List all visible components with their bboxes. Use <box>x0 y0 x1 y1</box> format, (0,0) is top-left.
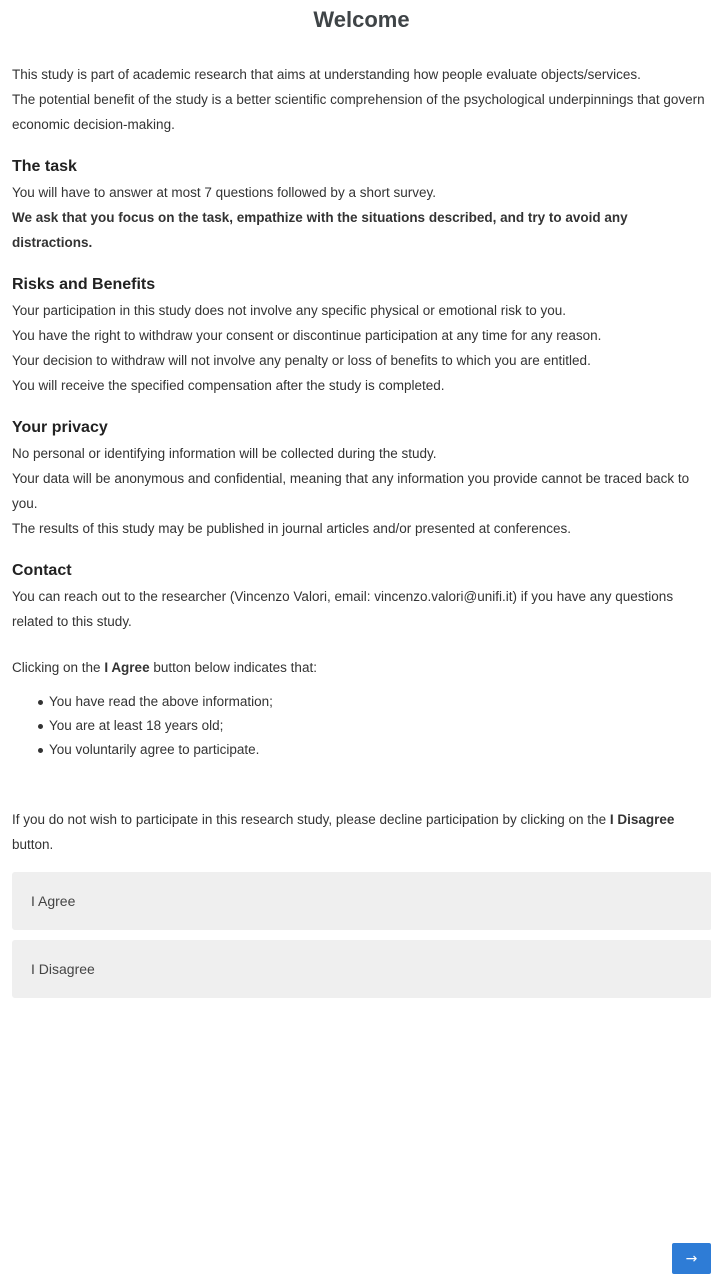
task-focus-text: We ask that you focus on the task, empat… <box>12 210 628 250</box>
consent-instructions: Clicking on the I Agree button below ind… <box>12 655 711 680</box>
decline-instructions-suffix: button. <box>12 837 54 852</box>
privacy-heading: Your privacy <box>12 419 108 436</box>
list-item: You voluntarily agree to participate. <box>38 738 711 762</box>
privacy-line: Your data will be anonymous and confiden… <box>12 471 690 511</box>
consent-page: Welcome This study is part of academic r… <box>12 0 711 998</box>
disagree-button[interactable]: I Disagree <box>12 940 711 998</box>
arrow-right-icon: → <box>685 1250 698 1267</box>
risks-line: Your participation in this study does no… <box>12 303 567 318</box>
intro-section: This study is part of academic research … <box>12 62 711 137</box>
consent-instructions-suffix: button below indicates that: <box>149 660 317 675</box>
task-heading: The task <box>12 158 77 175</box>
privacy-line: No personal or identifying information w… <box>12 446 437 461</box>
task-text: You will have to answer at most 7 questi… <box>12 185 436 200</box>
contact-heading: Contact <box>12 562 72 579</box>
consent-instructions-bold: I Agree <box>104 660 150 675</box>
decline-instructions-prefix: If you do not wish to participate in thi… <box>12 812 610 827</box>
privacy-section: Your privacy No personal or identifying … <box>12 418 711 541</box>
contact-text: You can reach out to the researcher (Vin… <box>12 589 674 629</box>
decline-instructions-bold: I Disagree <box>609 812 675 827</box>
page-title: Welcome <box>313 7 410 32</box>
task-section: The task You will have to answer at most… <box>12 157 711 255</box>
risks-line: You will receive the specified compensat… <box>12 378 445 393</box>
intro-paragraph-2: The potential benefit of the study is a … <box>12 92 705 132</box>
risks-section: Risks and Benefits Your participation in… <box>12 275 711 398</box>
risks-line: You have the right to withdraw your cons… <box>12 328 602 343</box>
intro-paragraph-1: This study is part of academic research … <box>12 67 641 82</box>
consent-conditions-list: You have read the above information; You… <box>12 690 711 762</box>
risks-line: Your decision to withdraw will not invol… <box>12 353 591 368</box>
consent-instructions-prefix: Clicking on the <box>12 660 105 675</box>
risks-heading: Risks and Benefits <box>12 276 156 293</box>
next-button[interactable]: → <box>672 1243 711 1274</box>
agree-button[interactable]: I Agree <box>12 872 711 930</box>
list-item: You are at least 18 years old; <box>38 714 711 738</box>
decline-instructions: If you do not wish to participate in thi… <box>12 807 711 857</box>
privacy-line: The results of this study may be publish… <box>12 521 572 536</box>
contact-section: Contact You can reach out to the researc… <box>12 561 711 634</box>
list-item: You have read the above information; <box>38 690 711 714</box>
